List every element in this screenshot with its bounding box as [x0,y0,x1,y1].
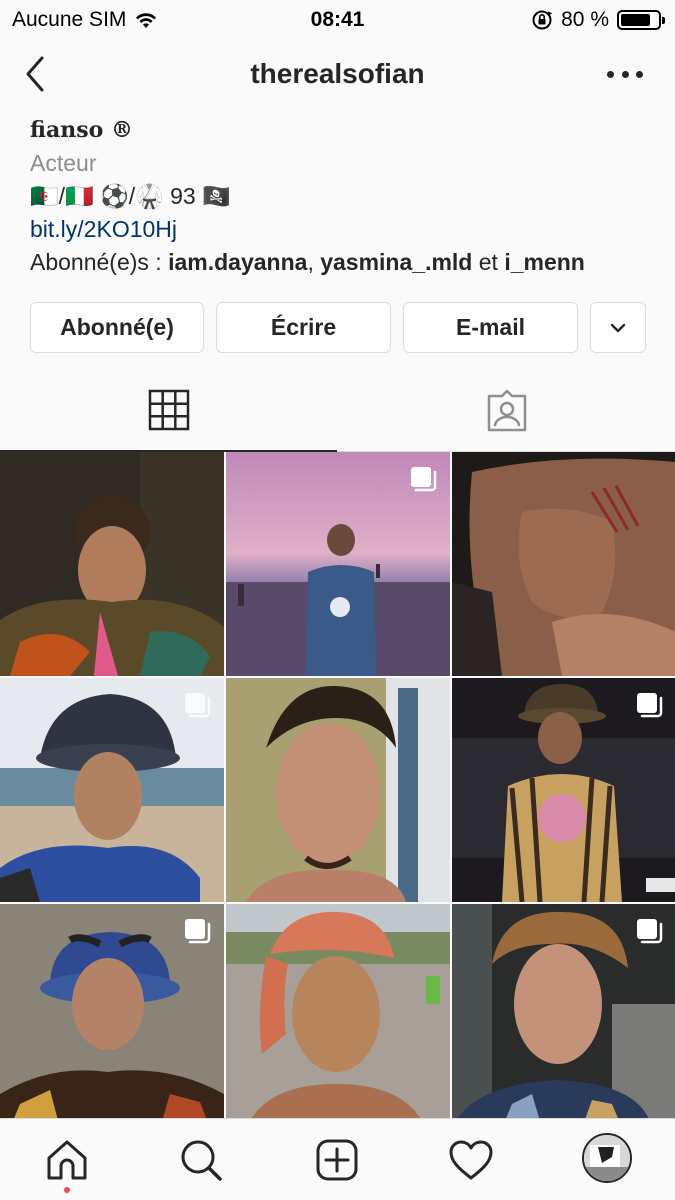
multiple-photos-icon [637,919,663,944]
followed-by-prefix: Abonné(e)s : [30,249,169,275]
profile-bio: fianso ® Acteur 🇩🇿/🇮🇹 ⚽/🥋 93 🏴‍☠️ bit.ly… [30,114,650,279]
followed-by-line[interactable]: Abonné(e)s : iam.dayanna, yasmina_.mld e… [30,246,650,279]
status-bar: Aucune SIM 08:41 80 % [0,0,675,38]
battery-percent: 80 % [561,8,609,31]
post-thumbnail[interactable] [0,452,224,676]
post-thumbnail[interactable] [226,678,450,902]
post-thumbnail[interactable] [452,904,675,1128]
post-photo [0,452,224,676]
post-thumbnail[interactable] [0,904,224,1128]
followed-by-separator: , [307,249,321,275]
follower-username[interactable]: i_menn [504,249,585,275]
post-photo [226,678,450,902]
followed-by-and: et [472,249,505,275]
more-dot [621,70,629,78]
nav-home[interactable] [44,1137,90,1183]
posts-grid [0,452,675,1128]
profile-tabs [0,370,675,452]
bio-text-line: 🇩🇿/🇮🇹 ⚽/🥋 93 🏴‍☠️ [30,183,231,209]
post-thumbnail[interactable] [226,904,450,1128]
nav-activity[interactable] [448,1137,494,1183]
email-button[interactable]: E-mail [403,302,578,353]
more-dot [607,70,614,78]
battery-fill [621,14,650,26]
home-icon [47,1140,87,1180]
multiple-photos-icon [637,693,663,718]
profile-username-title: therealsofian [250,58,425,89]
multiple-photos-icon [411,467,437,492]
post-thumbnail[interactable] [0,678,224,902]
follower-username[interactable]: yasmina_.mld [320,249,472,275]
nav-search[interactable] [178,1137,224,1183]
add-post-icon [316,1139,358,1181]
post-thumbnail[interactable] [226,452,450,676]
message-button[interactable]: Écrire [216,302,391,353]
bottom-navigation-bar [0,1118,675,1200]
post-thumbnail[interactable] [452,678,675,902]
heart-icon [449,1140,493,1180]
multiple-photos-icon [185,919,211,944]
display-name: fianso ® [30,117,133,143]
avatar-image [584,1135,630,1181]
suggestions-dropdown-button[interactable] [590,302,646,353]
more-dot [636,70,643,78]
follower-username[interactable]: iam.dayanna [168,249,307,275]
status-right: 80 % [531,8,665,32]
chevron-left-icon [26,56,44,92]
nav-profile-avatar[interactable] [582,1133,632,1183]
tab-tagged[interactable] [338,370,675,452]
bio-link[interactable]: bit.ly/2KO10Hj [30,213,650,246]
notification-dot [64,1187,70,1193]
back-button[interactable] [22,54,52,94]
search-icon [181,1140,222,1181]
tab-posts-grid[interactable] [0,370,337,452]
battery-icon [617,10,665,30]
more-options-button[interactable] [607,64,643,84]
post-photo [226,904,450,1128]
chevron-down-icon [610,323,626,332]
multiple-photos-icon [185,693,211,718]
grid-icon [148,389,189,431]
profile-header: therealsofian [0,38,675,112]
tagged-icon [487,390,526,432]
post-thumbnail[interactable] [452,452,675,676]
post-photo [452,452,675,676]
orientation-lock-icon [532,10,553,30]
following-button[interactable]: Abonné(e) [30,302,204,353]
profile-category: Acteur [30,150,97,176]
nav-new-post[interactable] [314,1137,360,1183]
